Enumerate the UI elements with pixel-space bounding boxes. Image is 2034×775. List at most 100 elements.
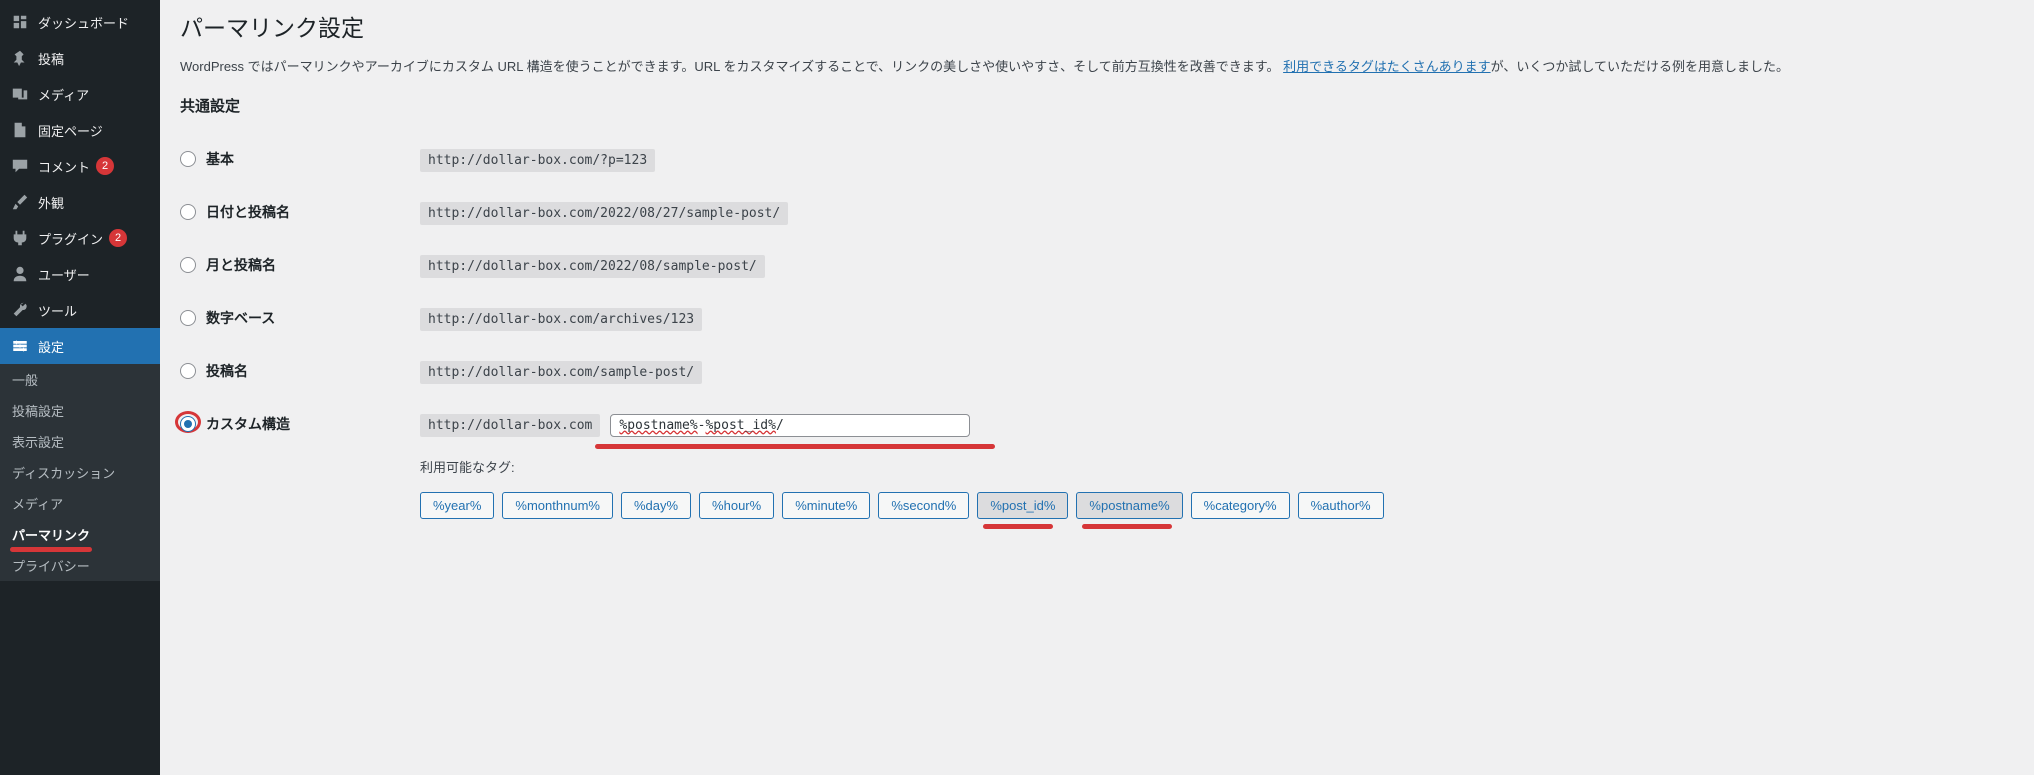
token-postid: %post_id% bbox=[705, 418, 775, 433]
tag-post-id[interactable]: %post_id% bbox=[977, 492, 1068, 519]
sidebar-item-tools[interactable]: ツール bbox=[0, 292, 160, 328]
tag-category[interactable]: %category% bbox=[1191, 492, 1290, 519]
media-icon bbox=[10, 84, 30, 104]
pin-icon bbox=[10, 48, 30, 68]
sub-privacy[interactable]: プライバシー bbox=[0, 550, 160, 581]
option-code: http://dollar-box.com/?p=123 bbox=[420, 149, 655, 172]
sidebar-item-posts[interactable]: 投稿 bbox=[0, 40, 160, 76]
radio-monthname[interactable] bbox=[180, 257, 196, 273]
custom-prefix: http://dollar-box.com bbox=[420, 414, 600, 437]
tags-row: %year% %monthnum% %day% %hour% %minute% … bbox=[420, 492, 1384, 519]
option-text: 数字ベース bbox=[206, 308, 275, 328]
annotation-underline bbox=[595, 444, 995, 449]
page-title: パーマリンク設定 bbox=[180, 0, 2014, 57]
dashboard-icon bbox=[10, 12, 30, 32]
page-icon bbox=[10, 120, 30, 140]
tag-postname[interactable]: %postname% bbox=[1076, 492, 1182, 519]
radio-dayname[interactable] bbox=[180, 204, 196, 220]
option-label-plain[interactable]: 基本 bbox=[180, 149, 400, 169]
section-heading: 共通設定 bbox=[180, 95, 2014, 116]
token-postname: %postname% bbox=[619, 418, 697, 433]
sidebar-item-settings[interactable]: 設定 bbox=[0, 328, 160, 364]
option-code: http://dollar-box.com/2022/08/27/sample-… bbox=[420, 202, 788, 225]
option-code: http://dollar-box.com/archives/123 bbox=[420, 308, 702, 331]
sidebar-item-comments[interactable]: コメント 2 bbox=[0, 148, 160, 184]
sidebar-label: ツール bbox=[38, 301, 77, 320]
sub-writing[interactable]: 投稿設定 bbox=[0, 395, 160, 426]
comment-icon bbox=[10, 156, 30, 176]
sub-general[interactable]: 一般 bbox=[0, 364, 160, 395]
sidebar-label: 投稿 bbox=[38, 49, 64, 68]
option-text: 日付と投稿名 bbox=[206, 202, 290, 222]
radio-custom[interactable] bbox=[180, 416, 196, 432]
option-label-dayname[interactable]: 日付と投稿名 bbox=[180, 202, 400, 222]
tag-monthnum[interactable]: %monthnum% bbox=[502, 492, 613, 519]
option-label-monthname[interactable]: 月と投稿名 bbox=[180, 255, 400, 275]
tags-label: 利用可能なタグ: bbox=[420, 457, 1384, 476]
sidebar-label: メディア bbox=[38, 85, 89, 104]
option-text: 月と投稿名 bbox=[206, 255, 276, 275]
sub-media[interactable]: メディア bbox=[0, 488, 160, 519]
custom-structure-wrap: http://dollar-box.com %postname%-%post_i… bbox=[420, 414, 1384, 519]
sidebar-label: コメント bbox=[38, 157, 90, 176]
sidebar-label: プラグイン bbox=[38, 229, 103, 248]
sidebar-label: ダッシュボード bbox=[38, 13, 129, 32]
option-numeric: 数字ベース http://dollar-box.com/archives/123 bbox=[180, 293, 2014, 346]
option-code: http://dollar-box.com/2022/08/sample-pos… bbox=[420, 255, 765, 278]
tag-author[interactable]: %author% bbox=[1298, 492, 1384, 519]
brush-icon bbox=[10, 192, 30, 212]
sidebar-submenu: 一般 投稿設定 表示設定 ディスカッション メディア パーマリンク プライバシー bbox=[0, 364, 160, 581]
sub-discussion[interactable]: ディスカッション bbox=[0, 457, 160, 488]
sidebar-item-users[interactable]: ユーザー bbox=[0, 256, 160, 292]
sub-reading[interactable]: 表示設定 bbox=[0, 426, 160, 457]
sidebar-item-media[interactable]: メディア bbox=[0, 76, 160, 112]
tag-year[interactable]: %year% bbox=[420, 492, 494, 519]
sidebar-item-plugins[interactable]: プラグイン 2 bbox=[0, 220, 160, 256]
option-text: 基本 bbox=[206, 149, 234, 169]
desc-link[interactable]: 利用できるタグはたくさんあります bbox=[1283, 59, 1490, 74]
option-label-postname[interactable]: 投稿名 bbox=[180, 361, 400, 381]
sidebar-label: 固定ページ bbox=[38, 121, 103, 140]
tag-day[interactable]: %day% bbox=[621, 492, 691, 519]
radio-numeric[interactable] bbox=[180, 310, 196, 326]
desc-pre: WordPress ではパーマリンクやアーカイブにカスタム URL 構造を使うこ… bbox=[180, 59, 1279, 74]
sub-permalink[interactable]: パーマリンク bbox=[0, 519, 160, 550]
annotation-underline bbox=[983, 524, 1053, 529]
active-pointer-icon bbox=[160, 338, 168, 354]
settings-icon bbox=[10, 336, 30, 356]
plugins-badge: 2 bbox=[109, 229, 127, 247]
custom-input[interactable]: %postname%-%post_id%/ bbox=[610, 414, 970, 437]
option-custom: カスタム構造 http://dollar-box.com %postname%-… bbox=[180, 399, 2014, 534]
token-suffix: / bbox=[776, 418, 784, 433]
plugin-icon bbox=[10, 228, 30, 248]
option-code: http://dollar-box.com/sample-post/ bbox=[420, 361, 702, 384]
sidebar-label: ユーザー bbox=[38, 265, 90, 284]
radio-plain[interactable] bbox=[180, 151, 196, 167]
option-postname: 投稿名 http://dollar-box.com/sample-post/ bbox=[180, 346, 2014, 399]
option-label-custom[interactable]: カスタム構造 bbox=[180, 414, 400, 434]
option-monthname: 月と投稿名 http://dollar-box.com/2022/08/samp… bbox=[180, 240, 2014, 293]
page-description: WordPress ではパーマリンクやアーカイブにカスタム URL 構造を使うこ… bbox=[180, 57, 2014, 77]
option-dayname: 日付と投稿名 http://dollar-box.com/2022/08/27/… bbox=[180, 187, 2014, 240]
tag-hour[interactable]: %hour% bbox=[699, 492, 774, 519]
comments-badge: 2 bbox=[96, 157, 114, 175]
sidebar-item-appearance[interactable]: 外観 bbox=[0, 184, 160, 220]
admin-sidebar: ダッシュボード 投稿 メディア 固定ページ コメント 2 外観 プラグイン 2 bbox=[0, 0, 160, 775]
option-plain: 基本 http://dollar-box.com/?p=123 bbox=[180, 134, 2014, 187]
sidebar-label: 設定 bbox=[38, 337, 64, 356]
sidebar-label: 外観 bbox=[38, 193, 64, 212]
tag-minute[interactable]: %minute% bbox=[782, 492, 870, 519]
main-content: パーマリンク設定 WordPress ではパーマリンクやアーカイブにカスタム U… bbox=[160, 0, 2034, 775]
option-text: カスタム構造 bbox=[206, 414, 290, 434]
sidebar-item-dashboard[interactable]: ダッシュボード bbox=[0, 4, 160, 40]
tag-second[interactable]: %second% bbox=[878, 492, 969, 519]
sidebar-item-pages[interactable]: 固定ページ bbox=[0, 112, 160, 148]
sub-permalink-label: パーマリンク bbox=[12, 528, 90, 543]
radio-postname[interactable] bbox=[180, 363, 196, 379]
annotation-underline bbox=[1082, 524, 1172, 529]
option-label-numeric[interactable]: 数字ベース bbox=[180, 308, 400, 328]
desc-post: が、いくつか試していただける例を用意しました。 bbox=[1491, 59, 1789, 74]
wrench-icon bbox=[10, 300, 30, 320]
option-text: 投稿名 bbox=[206, 361, 248, 381]
user-icon bbox=[10, 264, 30, 284]
